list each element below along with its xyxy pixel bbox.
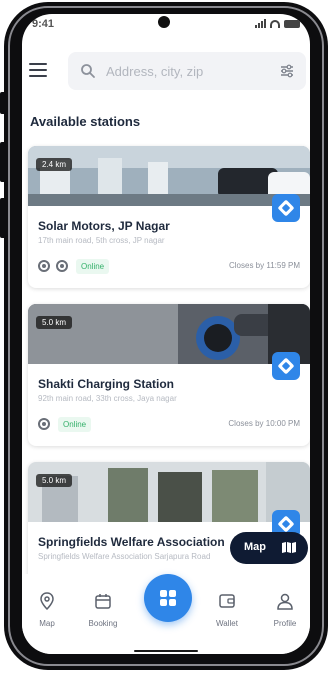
filter-icon[interactable]	[280, 64, 294, 78]
status-icons	[255, 19, 300, 28]
phone-button-action	[0, 92, 6, 114]
battery-icon	[284, 19, 300, 28]
station-footer: Online Closes by 10:00 PM	[38, 416, 300, 434]
map-icon	[282, 542, 296, 553]
map-button-label: Map	[244, 541, 266, 553]
nav-item-home[interactable]	[144, 574, 192, 622]
station-name: Springfields Welfare Association	[38, 535, 225, 549]
station-address: 17th main road, 5th cross, JP nagar	[38, 236, 165, 245]
station-name: Solar Motors, JP Nagar	[38, 219, 170, 233]
app-screen: 9:41 Address, city, zip Available statio…	[22, 14, 310, 654]
phone-button-volume-up	[0, 142, 6, 182]
nav-item-map[interactable]: Map	[22, 592, 72, 628]
grid-icon	[160, 590, 176, 606]
status-badge: Online	[76, 259, 110, 274]
distance-badge: 5.0 km	[36, 474, 73, 487]
nav-item-profile[interactable]: Profile	[260, 592, 310, 628]
signal-icon	[255, 19, 266, 28]
station-address: 92th main road, 33th cross, Jaya nagar	[38, 394, 177, 403]
nav-label: Map	[39, 619, 55, 628]
search-input[interactable]: Address, city, zip	[68, 52, 306, 90]
wallet-icon	[219, 594, 235, 608]
wifi-icon	[270, 19, 280, 28]
station-card[interactable]: 2.4 km Solar Motors, JP Nagar 17th main …	[28, 146, 310, 288]
search-placeholder: Address, city, zip	[106, 64, 204, 79]
station-footer: Online Closes by 11:59 PM	[38, 258, 300, 276]
station-photo: 5.0 km	[28, 304, 310, 364]
directions-icon	[277, 199, 295, 217]
station-name: Shakti Charging Station	[38, 377, 175, 391]
bottom-navigation: Map Booking Wallet Profile	[22, 574, 310, 654]
directions-icon	[277, 515, 295, 533]
search-header: Address, city, zip	[22, 48, 310, 92]
home-indicator	[134, 650, 198, 652]
status-time: 9:41	[32, 18, 55, 30]
calendar-icon	[95, 594, 111, 609]
nav-item-wallet[interactable]: Wallet	[202, 592, 252, 628]
nav-item-booking[interactable]: Booking	[78, 592, 128, 628]
nav-label: Booking	[88, 619, 118, 628]
plug-icon	[38, 418, 50, 430]
status-bar: 9:41	[22, 14, 310, 36]
directions-icon	[277, 357, 295, 375]
distance-badge: 5.0 km	[36, 316, 73, 329]
map-toggle-button[interactable]: Map	[230, 532, 308, 564]
directions-button[interactable]	[272, 194, 300, 222]
closing-time: Closes by 10:00 PM	[228, 419, 300, 428]
closing-time: Closes by 11:59 PM	[229, 261, 300, 270]
status-badge: Online	[58, 417, 92, 432]
station-address: Springfields Welfare Association Sarjapu…	[38, 552, 211, 561]
phone-button-volume-down	[0, 198, 6, 238]
front-camera	[158, 16, 170, 28]
user-icon	[277, 593, 293, 610]
nav-label: Wallet	[216, 619, 238, 628]
section-title: Available stations	[30, 114, 141, 129]
location-pin-icon	[40, 592, 54, 611]
station-card[interactable]: 5.0 km Shakti Charging Station 92th main…	[28, 304, 310, 446]
distance-badge: 2.4 km	[36, 158, 73, 171]
menu-icon[interactable]	[29, 63, 47, 77]
search-icon	[81, 64, 95, 78]
plug-icon	[38, 260, 50, 272]
station-photo: 2.4 km	[28, 146, 310, 206]
directions-button[interactable]	[272, 352, 300, 380]
station-photo: 5.0 km	[28, 462, 310, 522]
nav-label: Profile	[273, 619, 297, 628]
plug-icon	[56, 260, 68, 272]
